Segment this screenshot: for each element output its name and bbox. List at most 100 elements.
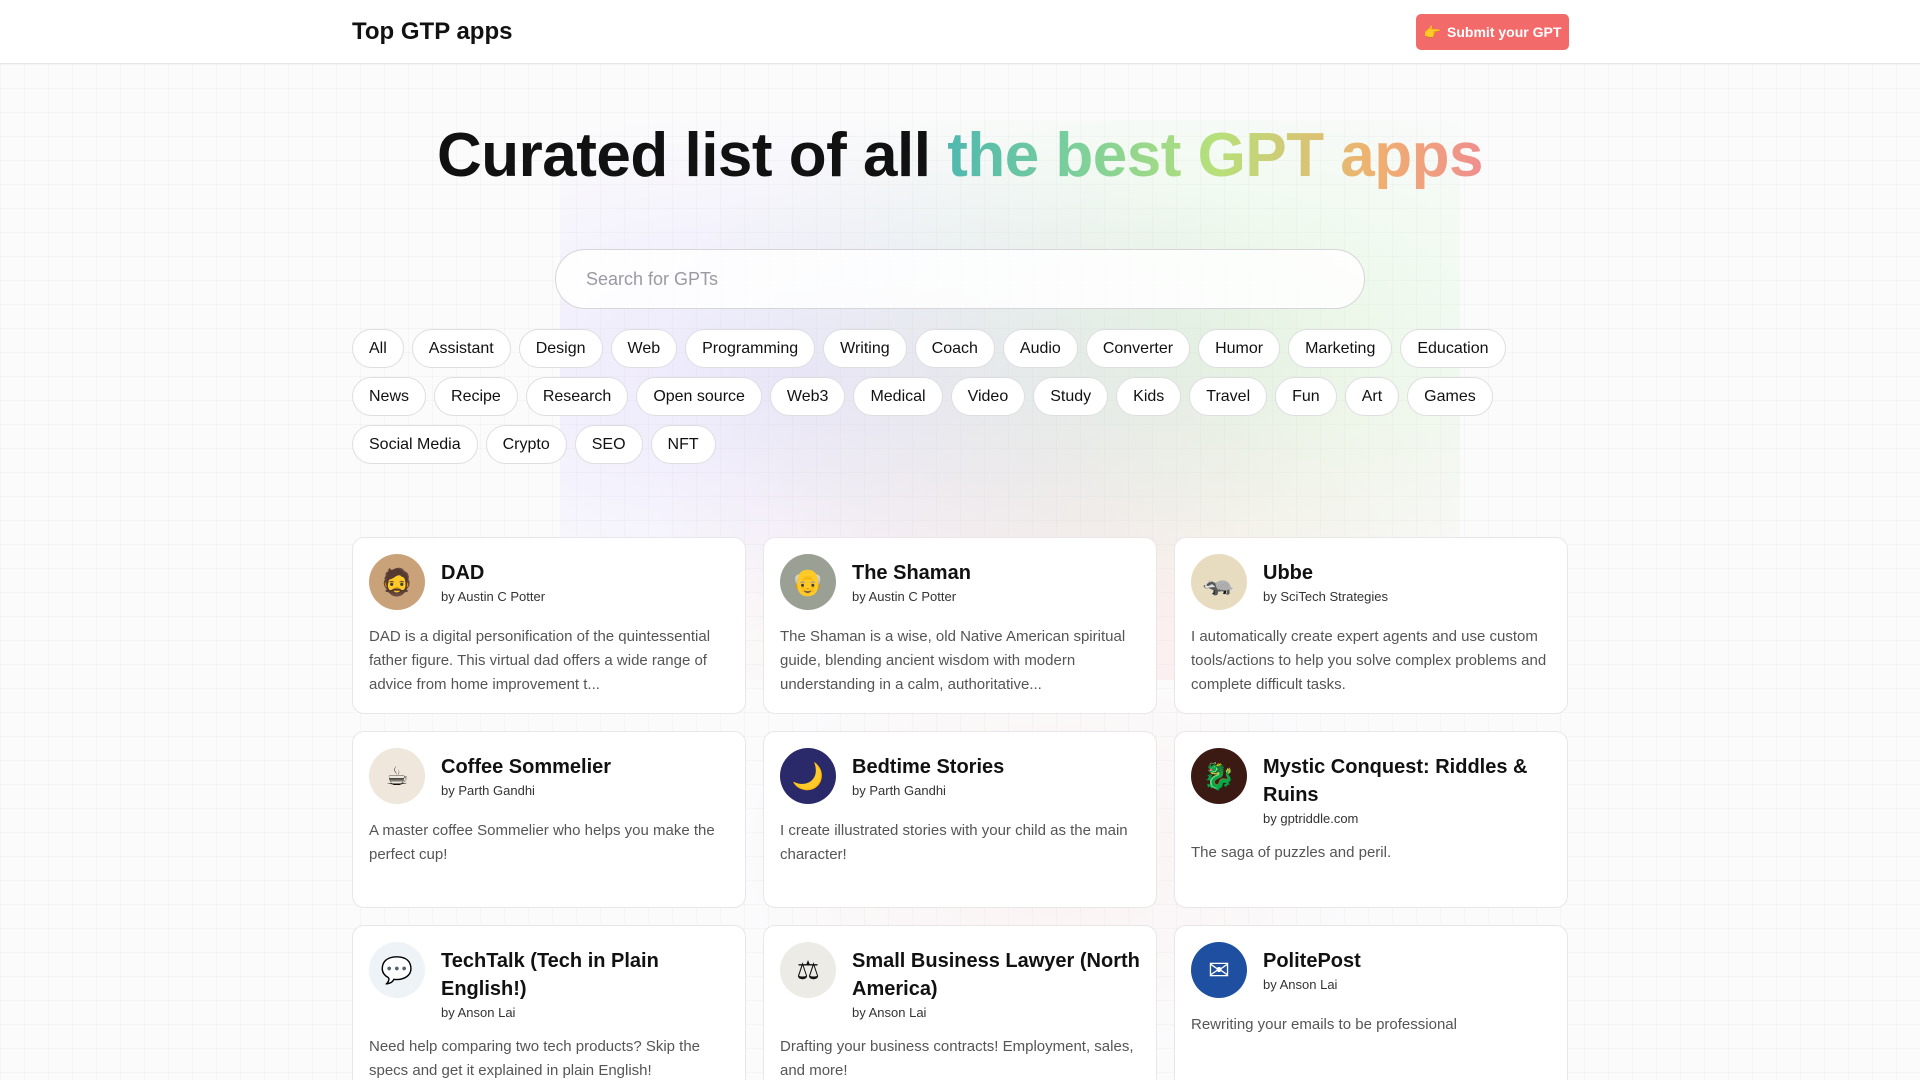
category-tag[interactable]: Crypto <box>485 425 567 464</box>
category-tag[interactable]: Coach <box>914 329 995 368</box>
gpt-card-description: The Shaman is a wise, old Native America… <box>780 628 1126 693</box>
gpt-card-author: by SciTech Strategies <box>1263 589 1389 604</box>
gpt-card-title-block: Bedtime Stories by Parth Gandhi <box>852 748 1004 798</box>
gpt-card-author: by Anson Lai <box>441 1005 516 1020</box>
envelope-icon: ✉ <box>1191 942 1247 998</box>
gpt-card-header: 🦡 Ubbe by SciTech Strategies <box>1191 554 1551 610</box>
pointing-hand-icon: 👉 <box>1423 23 1442 40</box>
category-tag[interactable]: Travel <box>1189 377 1268 416</box>
gpt-card[interactable]: 🐉 Mystic Conquest: Riddles & Ruins by gptr… <box>1174 731 1568 908</box>
scales-icon: ⚖ <box>780 942 836 998</box>
category-tag[interactable]: Humor <box>1198 329 1281 368</box>
gpt-card[interactable]: 🦡 Ubbe by SciTech Strategies I automaticall… <box>1174 537 1568 714</box>
category-tag[interactable]: Web3 <box>769 377 846 416</box>
gpt-card-title-block: DAD by Austin C Potter <box>441 554 545 604</box>
category-tag[interactable]: NFT <box>650 425 716 464</box>
gpt-card-header: 👴 The Shaman by Austin C Potter <box>780 554 1140 610</box>
hero-title-plain: Curated list of all <box>436 121 948 190</box>
gpt-card-title-block: The Shaman by Austin C Potter <box>852 554 971 604</box>
gpt-card-author: by Anson Lai <box>1263 977 1338 992</box>
gpt-card-title[interactable]: DAD <box>441 559 545 587</box>
gpt-card-header: 💬 TechTalk (Tech in Plain English!) by Ans… <box>369 942 729 1020</box>
category-tag[interactable]: Programming <box>685 329 816 368</box>
gpt-card-title-block: Mystic Conquest: Riddles & Ruins by gptri… <box>1263 748 1551 826</box>
bearded-man-icon: 🧔 <box>369 554 425 610</box>
gpt-card[interactable]: ⚖ Small Business Lawyer (North America) by… <box>763 925 1157 1080</box>
top-navbar: Top GTP apps 👉 Submit your GPT <box>0 0 1920 64</box>
gpt-card-description: Rewriting your emails to be professional <box>1191 1016 1457 1033</box>
category-tag[interactable]: Fun <box>1275 377 1337 416</box>
category-tag[interactable]: Kids <box>1116 377 1182 416</box>
gpt-card[interactable]: 🧔 DAD by Austin C Potter DAD is a digital p… <box>352 537 746 714</box>
gpt-card-header: 🌙 Bedtime Stories by Parth Gandhi <box>780 748 1140 804</box>
gpt-card-description: I automatically create expert agents and… <box>1191 628 1547 693</box>
gpt-card[interactable]: 💬 TechTalk (Tech in Plain English!) by Ans… <box>352 925 746 1080</box>
category-tag[interactable]: Audio <box>1002 329 1078 368</box>
gpt-card-title[interactable]: The Shaman <box>852 559 971 587</box>
gpt-card-description: I create illustrated stories with your c… <box>780 822 1128 863</box>
gpt-card-title[interactable]: Coffee Sommelier <box>441 753 611 781</box>
gpt-app-grid: 🧔 DAD by Austin C Potter DAD is a digital p… <box>352 537 1568 1080</box>
gpt-card-description: A master coffee Sommelier who helps you … <box>369 822 715 863</box>
submit-gpt-label: Submit your GPT <box>1447 24 1562 40</box>
gpt-card-description: Need help comparing two tech products? S… <box>369 1038 701 1079</box>
category-tag[interactable]: News <box>352 377 427 416</box>
category-tag[interactable]: Design <box>518 329 603 368</box>
category-tag[interactable]: All <box>352 329 404 368</box>
gpt-card-title[interactable]: TechTalk (Tech in Plain English!) <box>441 947 729 1003</box>
search-input[interactable] <box>555 249 1365 309</box>
category-tag[interactable]: Converter <box>1085 329 1191 368</box>
gpt-card-title-block: Ubbe by SciTech Strategies <box>1263 554 1388 604</box>
category-tag[interactable]: Marketing <box>1288 329 1393 368</box>
gpt-card-description: Drafting your business contracts! Employ… <box>780 1038 1134 1079</box>
gpt-card-description: The saga of puzzles and peril. <box>1191 844 1392 861</box>
category-tag[interactable]: Art <box>1344 377 1400 416</box>
site-brand[interactable]: Top GTP apps <box>352 18 512 46</box>
hero-title-gradient: the best GPT apps <box>947 121 1484 190</box>
category-tag[interactable]: Study <box>1033 377 1109 416</box>
gpt-card-title[interactable]: Small Business Lawyer (North America) <box>852 947 1140 1003</box>
category-tag[interactable]: Writing <box>823 329 907 368</box>
category-tag[interactable]: SEO <box>574 425 643 464</box>
gpt-card[interactable]: ✉ PolitePost by Anson Lai Rewriting your em… <box>1174 925 1568 1080</box>
gpt-card-author: by Parth Gandhi <box>852 783 946 798</box>
gpt-card-header: ✉ PolitePost by Anson Lai <box>1191 942 1551 998</box>
category-tag[interactable]: Social Media <box>352 425 478 464</box>
gpt-card-title-block: TechTalk (Tech in Plain English!) by Anso… <box>441 942 729 1020</box>
category-tag[interactable]: Medical <box>853 377 943 416</box>
gpt-card-description: DAD is a digital personification of the … <box>369 628 711 693</box>
submit-gpt-button[interactable]: 👉 Submit your GPT <box>1416 14 1569 50</box>
elder-portrait-icon: 👴 <box>780 554 836 610</box>
hero-title: Curated list of all the best GPT apps <box>0 120 1920 191</box>
techtalk-logo-icon: 💬 <box>369 942 425 998</box>
category-tag[interactable]: Assistant <box>411 329 511 368</box>
category-tag[interactable]: Video <box>950 377 1026 416</box>
gpt-card-author: by Austin C Potter <box>852 589 957 604</box>
category-tag[interactable]: Open source <box>636 377 762 416</box>
category-tag[interactable]: Research <box>525 377 629 416</box>
gpt-card-title-block: Coffee Sommelier by Parth Gandhi <box>441 748 611 798</box>
dragon-icon: 🐉 <box>1191 748 1247 804</box>
gpt-card-title[interactable]: Mystic Conquest: Riddles & Ruins <box>1263 753 1551 809</box>
gpt-card-author: by gptriddle.com <box>1263 811 1359 826</box>
gpt-card-author: by Anson Lai <box>852 1005 927 1020</box>
gpt-card-title[interactable]: Ubbe <box>1263 559 1388 587</box>
moon-night-icon: 🌙 <box>780 748 836 804</box>
gpt-card[interactable]: 🌙 Bedtime Stories by Parth Gandhi I create … <box>763 731 1157 908</box>
category-tag[interactable]: Recipe <box>434 377 518 416</box>
category-tag[interactable]: Web <box>610 329 678 368</box>
ferret-icon: 🦡 <box>1191 554 1247 610</box>
gpt-card-author: by Parth Gandhi <box>441 783 535 798</box>
gpt-card-title[interactable]: Bedtime Stories <box>852 753 1004 781</box>
gpt-card[interactable]: ☕ Coffee Sommelier by Parth Gandhi A master… <box>352 731 746 908</box>
gpt-card-title-block: Small Business Lawyer (North America) by … <box>852 942 1140 1020</box>
gpt-card-author: by Austin C Potter <box>441 589 546 604</box>
gpt-card-header: ☕ Coffee Sommelier by Parth Gandhi <box>369 748 729 804</box>
gpt-card-header: ⚖ Small Business Lawyer (North America) by… <box>780 942 1140 1020</box>
category-tag[interactable]: Games <box>1407 377 1493 416</box>
gpt-card-header: 🐉 Mystic Conquest: Riddles & Ruins by gptr… <box>1191 748 1551 826</box>
coffee-cup-icon: ☕ <box>369 748 425 804</box>
category-tag[interactable]: Education <box>1400 329 1506 368</box>
gpt-card[interactable]: 👴 The Shaman by Austin C Potter The Shaman … <box>763 537 1157 714</box>
gpt-card-title[interactable]: PolitePost <box>1263 947 1361 975</box>
